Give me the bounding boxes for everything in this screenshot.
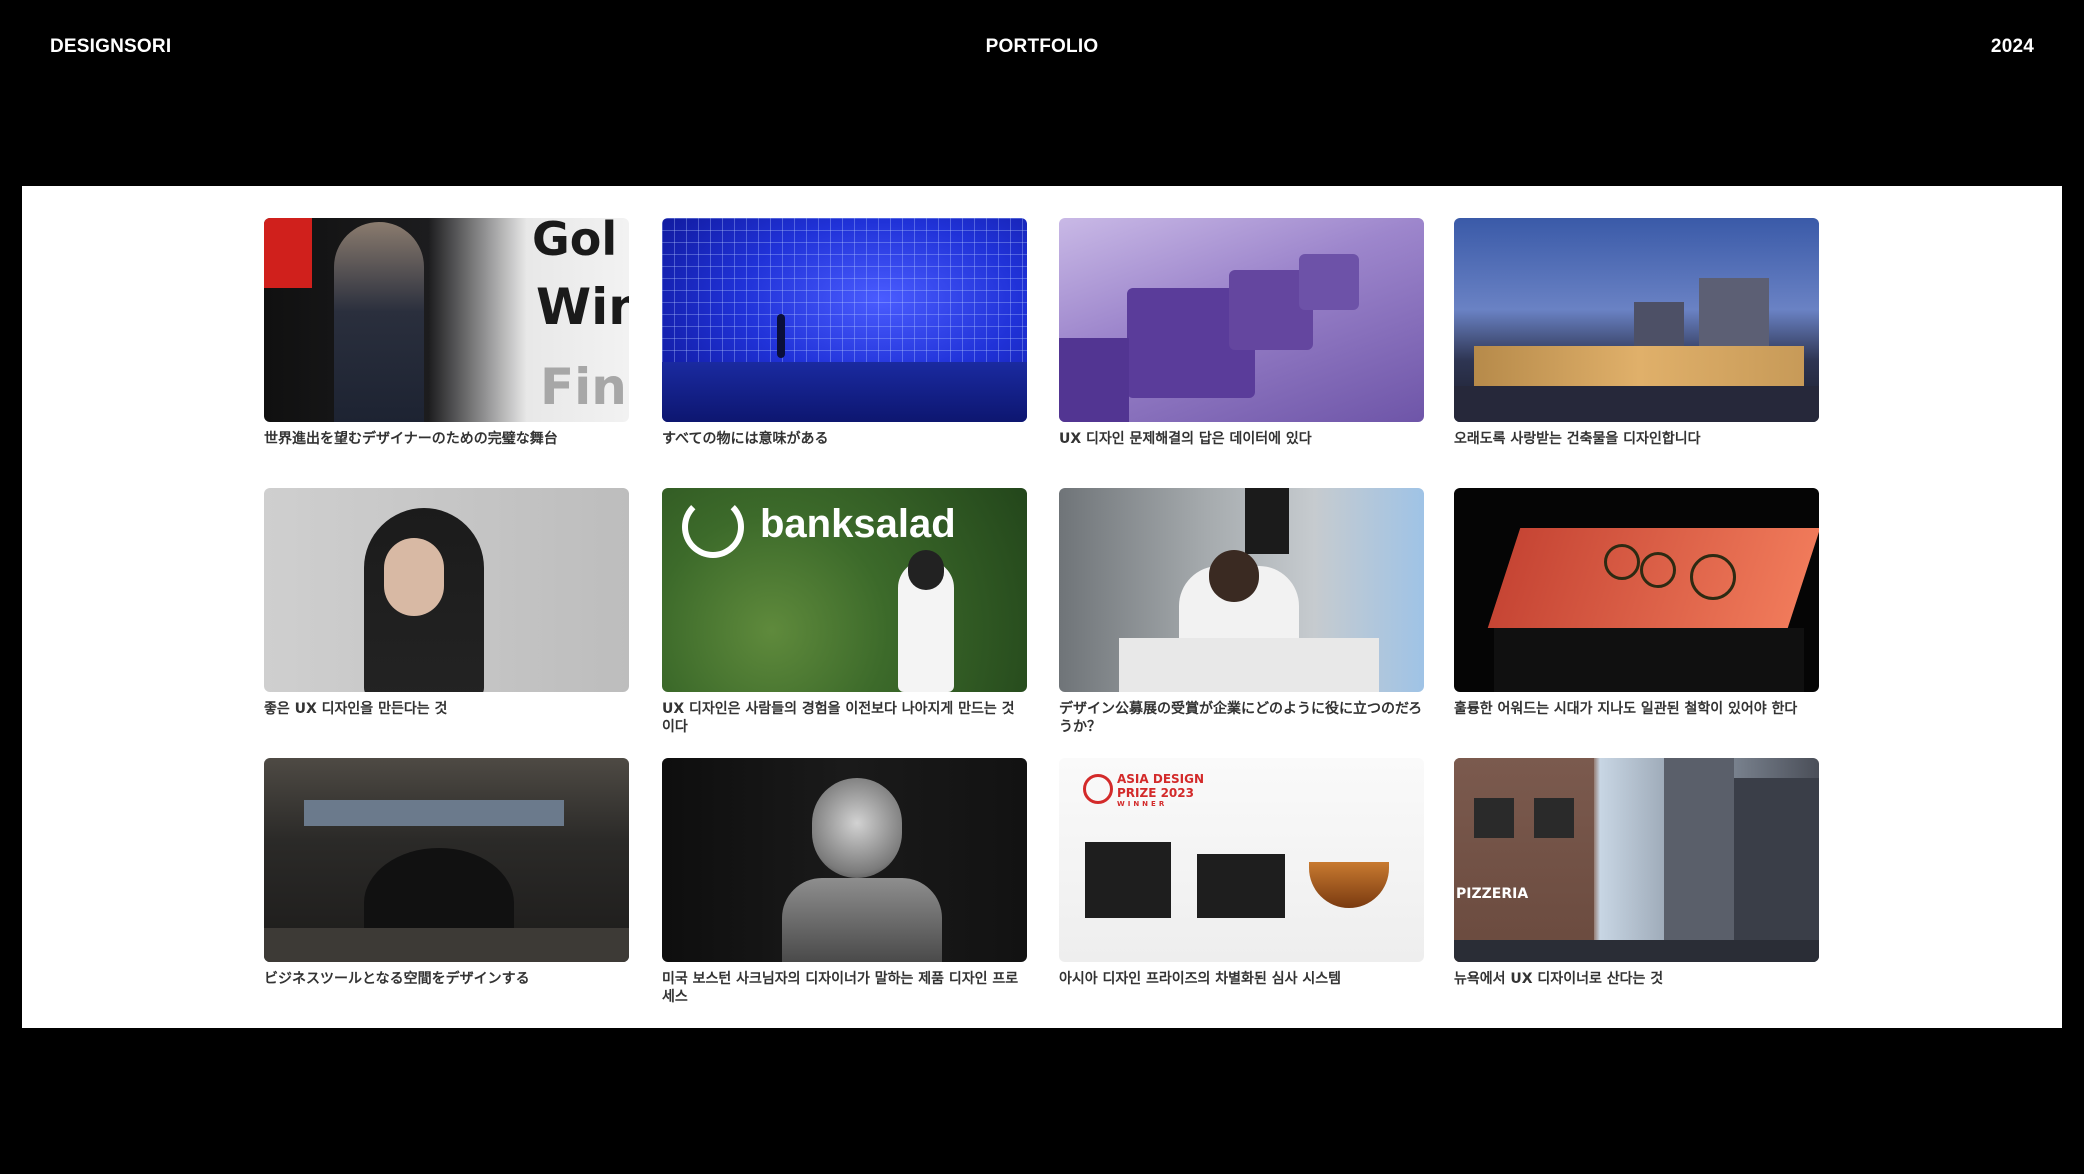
- portfolio-card[interactable]: 미국 보스턴 사크님자의 디자이너가 말하는 제품 디자인 프로세스: [662, 758, 1027, 1006]
- card-caption: UX 디자인은 사람들의 경험을 이전보다 나아지게 만드는 것이다: [662, 701, 1015, 735]
- portfolio-panel: Gol Win Fina 世界進出を望むデザイナーのための完璧な舞台 すべての物…: [22, 186, 2062, 1028]
- thumb-text: Win: [536, 278, 629, 336]
- portfolio-card[interactable]: 오래도록 사랑받는 건축물을 디자인합니다: [1454, 218, 1819, 448]
- card-thumbnail: [264, 488, 629, 692]
- portfolio-card[interactable]: ASIA DESIGN PRIZE 2023 WINNER 아시아 디자인 프라…: [1059, 758, 1424, 988]
- card-thumbnail: banksalad: [662, 488, 1027, 692]
- card-caption: UX 디자인 문제해결의 답은 데이터에 있다: [1059, 431, 1312, 447]
- portfolio-card[interactable]: デザイン公募展の受賞が企業にどのように役に立つのだろうか？: [1059, 488, 1424, 736]
- portfolio-card[interactable]: ビジネスツールとなる空間をデザインする: [264, 758, 629, 988]
- portfolio-card[interactable]: 좋은 UX 디자인을 만든다는 것: [264, 488, 629, 718]
- card-thumbnail: [662, 218, 1027, 422]
- thumb-text: PIZZERIA: [1456, 886, 1529, 902]
- portfolio-card[interactable]: PIZZERIA 뉴욕에서 UX 디자이너로 산다는 것: [1454, 758, 1819, 988]
- card-caption: 좋은 UX 디자인을 만든다는 것: [264, 701, 448, 717]
- card-caption: 오래도록 사랑받는 건축물을 디자인합니다: [1454, 431, 1701, 447]
- portfolio-card[interactable]: すべての物には意味がある: [662, 218, 1027, 448]
- portfolio-card[interactable]: 훌륭한 어워드는 시대가 지나도 일관된 철학이 있어야 한다: [1454, 488, 1819, 718]
- card-caption: すべての物には意味がある: [662, 431, 829, 447]
- card-caption: 뉴욕에서 UX 디자이너로 산다는 것: [1454, 971, 1664, 987]
- card-caption: ビジネスツールとなる空間をデザインする: [264, 971, 530, 987]
- card-thumbnail: [662, 758, 1027, 962]
- card-caption: 世界進出を望むデザイナーのための完璧な舞台: [264, 431, 558, 447]
- portfolio-card[interactable]: Gol Win Fina 世界進出を望むデザイナーのための完璧な舞台: [264, 218, 629, 448]
- year-label: 2024: [1990, 36, 2034, 57]
- card-caption: デザイン公募展の受賞が企業にどのように役に立つのだろうか？: [1059, 701, 1423, 735]
- thumb-text: ASIA DESIGN: [1117, 772, 1205, 786]
- card-thumbnail: [1059, 218, 1424, 422]
- thumb-logo-text: banksalad: [760, 502, 956, 546]
- top-bar: DESIGNSORI PORTFOLIO 2024: [0, 0, 2084, 100]
- thumb-text: Gol: [532, 218, 618, 266]
- card-thumbnail: PIZZERIA: [1454, 758, 1819, 962]
- card-thumbnail: [264, 758, 629, 962]
- card-thumbnail: [1059, 488, 1424, 692]
- portfolio-card[interactable]: UX 디자인 문제해결의 답은 데이터에 있다: [1059, 218, 1424, 448]
- card-thumbnail: [1454, 218, 1819, 422]
- portfolio-card[interactable]: banksalad UX 디자인은 사람들의 경험을 이전보다 나아지게 만드는…: [662, 488, 1027, 736]
- card-thumbnail: Gol Win Fina: [264, 218, 629, 422]
- card-caption: 훌륭한 어워드는 시대가 지나도 일관된 철학이 있어야 한다: [1454, 701, 1798, 717]
- thumb-text: PRIZE 2023: [1117, 786, 1194, 800]
- card-caption: 미국 보스턴 사크님자의 디자이너가 말하는 제품 디자인 프로세스: [662, 971, 1019, 1005]
- page-title: PORTFOLIO: [985, 36, 1099, 57]
- thumb-text: WINNER: [1117, 800, 1168, 808]
- thumb-text: Fina: [540, 358, 629, 416]
- card-thumbnail: ASIA DESIGN PRIZE 2023 WINNER: [1059, 758, 1424, 962]
- card-caption: 아시아 디자인 프라이즈의 차별화된 심사 시스템: [1059, 971, 1341, 987]
- card-thumbnail: [1454, 488, 1819, 692]
